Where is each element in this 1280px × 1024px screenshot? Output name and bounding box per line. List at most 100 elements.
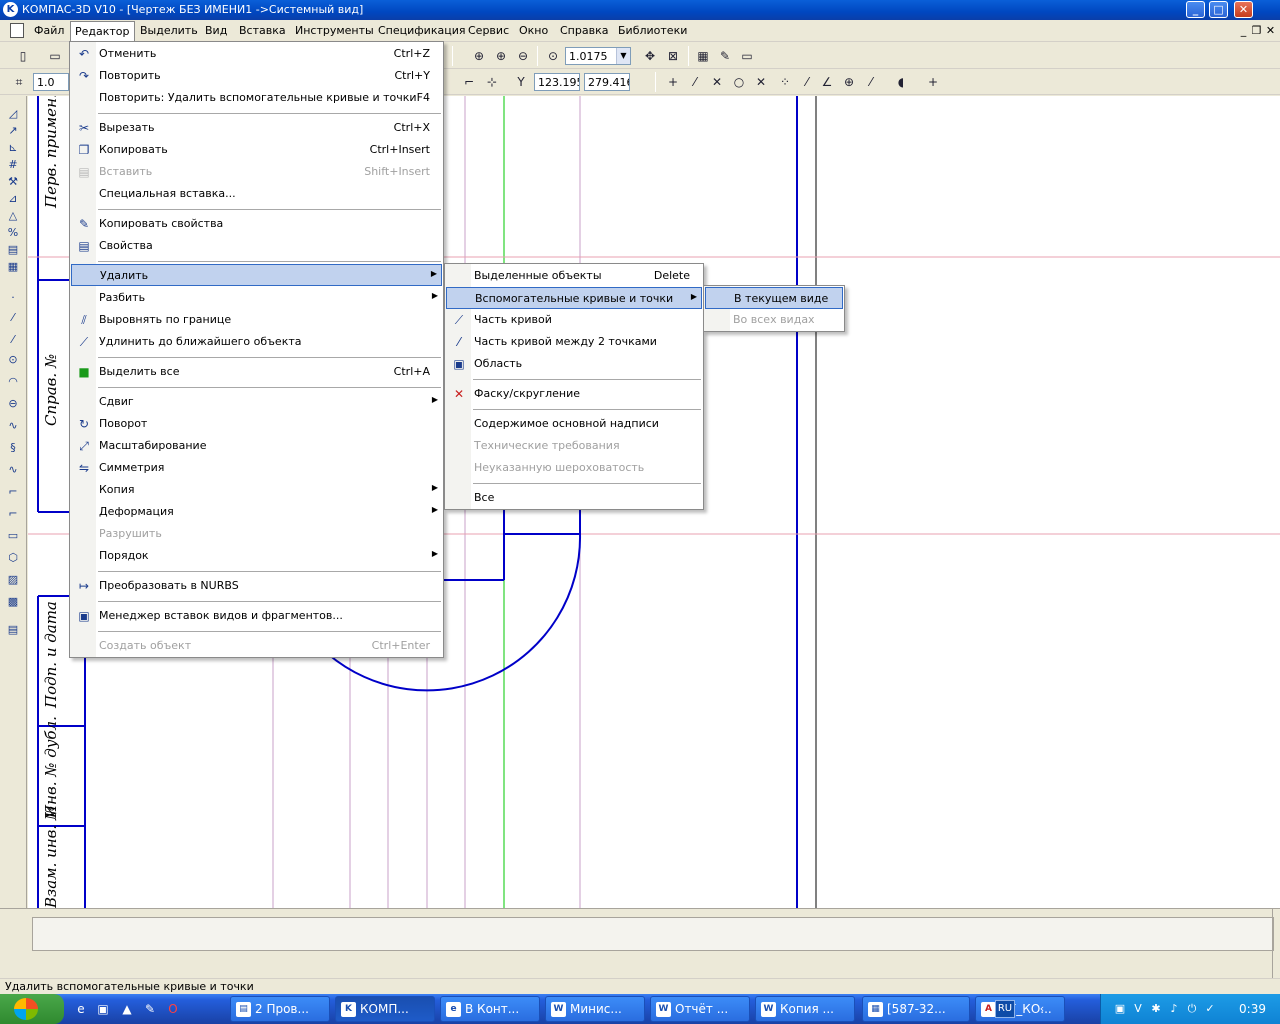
maximize-button[interactable]: □ <box>1209 1 1228 18</box>
spline-tool-icon[interactable]: ∿ <box>4 418 22 434</box>
snap-disabled-icon[interactable]: + <box>924 73 942 91</box>
dimensions-icon[interactable]: ↗ <box>4 123 22 139</box>
menu-select[interactable]: Выделить <box>136 23 202 38</box>
hatch-tool-icon[interactable]: ▨ <box>4 572 22 588</box>
menu-item-split[interactable]: Разбить ▶ <box>71 287 442 309</box>
task-button-2[interactable]: K КОМП... <box>335 996 435 1022</box>
minimize-button[interactable]: _ <box>1186 1 1205 18</box>
snap-tangent-icon[interactable]: ○ <box>730 73 748 91</box>
collection-tool-icon[interactable]: ▤ <box>4 622 22 638</box>
display-icon[interactable]: ▭ <box>738 47 756 65</box>
mdi-restore-button[interactable]: ❐ <box>1251 24 1262 37</box>
menu-item-extend[interactable]: ⟋ Удлинить до ближайшего объекта <box>71 331 442 353</box>
menu-item-properties[interactable]: ▤ Свойства <box>71 235 442 257</box>
menu-item-delete-aux[interactable]: Вспомогательные кривые и точки ▶ <box>446 287 702 309</box>
chevron-down-icon[interactable]: ▼ <box>616 48 630 64</box>
close-button[interactable]: ✕ <box>1234 1 1253 18</box>
bluetooth-icon[interactable]: ✱ <box>1149 1002 1163 1016</box>
segment-tool-icon[interactable]: ⁄ <box>4 332 22 348</box>
menu-file[interactable]: Файл <box>30 23 68 38</box>
menu-item-paste-special[interactable]: Специальная вставка... <box>71 183 442 205</box>
scale-field[interactable]: 1.0 <box>33 73 69 91</box>
contour-tool-icon[interactable]: ▩ <box>4 594 22 610</box>
zoom-field[interactable]: 1.0175 ▼ <box>565 47 631 65</box>
menu-item-copy-properties[interactable]: ✎ Копировать свойства <box>71 213 442 235</box>
menu-item-convert-nurbs[interactable]: ↦ Преобразовать в NURBS <box>71 575 442 597</box>
document-icon[interactable] <box>10 23 24 38</box>
menu-item-undo[interactable]: ↶ Отменить Ctrl+Z <box>71 43 442 65</box>
language-indicator[interactable]: RU <box>995 1000 1015 1018</box>
fit-all-icon[interactable]: ⊠ <box>664 47 682 65</box>
snap-grid-icon[interactable]: ⌗ <box>10 73 28 91</box>
menu-item-deformation[interactable]: Деформация ▶ <box>71 501 442 523</box>
menu-libraries[interactable]: Библиотеки <box>614 23 691 38</box>
pan-icon[interactable]: ✥ <box>641 47 659 65</box>
magnet-icon[interactable]: ◖ <box>892 73 910 91</box>
snap-point-icon[interactable]: ⁄ <box>686 73 704 91</box>
task-button-8[interactable]: A ИГ_КО... <box>975 996 1065 1022</box>
volume-icon[interactable]: ♪ <box>1167 1002 1181 1016</box>
arc-tool-icon[interactable]: ◠ <box>4 374 22 390</box>
reports-icon[interactable]: ▤ <box>4 242 22 258</box>
safe-remove-icon[interactable]: ✓ <box>1203 1002 1217 1016</box>
snap-center-icon[interactable]: ⊕ <box>840 73 858 91</box>
fillet-tool-icon[interactable]: ⌐ <box>4 506 22 522</box>
task-button-7[interactable]: ▦ [587-32... <box>862 996 970 1022</box>
circle-tool-icon[interactable]: ⊙ <box>4 352 22 368</box>
snap-grid-point-icon[interactable]: ⁘ <box>776 73 794 91</box>
geometry-icon[interactable]: ◿ <box>4 106 22 122</box>
aux-line-tool-icon[interactable]: ⁄ <box>4 310 22 326</box>
snap-intersection-icon[interactable]: ✕ <box>708 73 726 91</box>
menu-item-delete-curve-between[interactable]: ⁄ Часть кривой между 2 точками <box>446 331 702 353</box>
open-folder-icon[interactable]: ▭ <box>46 47 64 65</box>
menu-item-cut[interactable]: ✂ Вырезать Ctrl+X <box>71 117 442 139</box>
new-document-icon[interactable]: ▯ <box>14 47 32 65</box>
task-button-1[interactable]: ▤ 2 Пров... <box>230 996 330 1022</box>
zoom-window-icon[interactable]: ⊕ <box>470 47 488 65</box>
menu-view[interactable]: Вид <box>201 23 231 38</box>
task-button-6[interactable]: W Копия ... <box>755 996 855 1022</box>
task-button-5[interactable]: W Отчёт ... <box>650 996 750 1022</box>
ie-icon[interactable]: e <box>72 1000 90 1018</box>
coord-y-field[interactable]: 279.416 <box>584 73 630 91</box>
polygon-tool-icon[interactable]: ⬡ <box>4 550 22 566</box>
menu-item-insert-manager[interactable]: ▣ Менеджер вставок видов и фрагментов... <box>71 605 442 627</box>
polyline-tool-icon[interactable]: ∿ <box>4 462 22 478</box>
task-button-4[interactable]: W Минис... <box>545 996 645 1022</box>
task-button-3[interactable]: eВ Конт... <box>440 996 540 1022</box>
menu-tools[interactable]: Инструменты <box>291 23 378 38</box>
menu-item-repeat-last[interactable]: Повторить: Удалить вспомогательные кривы… <box>71 87 442 109</box>
menu-insert[interactable]: Вставка <box>235 23 290 38</box>
point-tool-icon[interactable]: · <box>4 290 22 306</box>
menu-help[interactable]: Справка <box>556 23 612 38</box>
menu-item-order[interactable]: Порядок ▶ <box>71 545 442 567</box>
menu-item-symmetry[interactable]: ⇋ Симметрия <box>71 457 442 479</box>
menu-item-delete-all[interactable]: Все <box>446 487 702 509</box>
network-icon[interactable]: ▣ <box>1113 1002 1127 1016</box>
mdi-close-button[interactable]: ✕ <box>1265 24 1276 37</box>
antivirus-icon[interactable]: V <box>1131 1002 1145 1016</box>
menu-item-delete-title-block[interactable]: Содержимое основной надписи <box>446 413 702 435</box>
warning-icon[interactable]: ▲ <box>118 1000 136 1018</box>
parametrization-icon[interactable]: ⚒ <box>4 174 22 190</box>
ortho-icon[interactable]: ⊹ <box>483 73 501 91</box>
app-quick-icon[interactable]: ✎ <box>141 1000 159 1018</box>
zoom-out-icon[interactable]: ⊖ <box>514 47 532 65</box>
designations-icon[interactable]: ⊾ <box>4 140 22 156</box>
opera-icon[interactable]: O <box>164 1000 182 1018</box>
mdi-minimize-button[interactable]: _ <box>1238 24 1249 37</box>
menu-item-delete-selected[interactable]: Выделенные объекты Delete <box>446 265 702 287</box>
nurbs-tool-icon[interactable]: § <box>4 440 22 456</box>
menu-item-aux-current-view[interactable]: В текущем виде <box>705 287 843 309</box>
kompas-app-icon[interactable]: K <box>3 2 18 17</box>
menu-item-shift[interactable]: Сдвиг ▶ <box>71 391 442 413</box>
menu-item-delete-area[interactable]: ▣ Область <box>446 353 702 375</box>
menu-item-rotate[interactable]: ↻ Поворот <box>71 413 442 435</box>
start-button[interactable] <box>0 994 64 1024</box>
usb-icon[interactable]: ⏻ <box>1185 1002 1199 1016</box>
zoom-scale-icon[interactable]: ⊙ <box>544 47 562 65</box>
menu-item-copy-submenu[interactable]: Копия ▶ <box>71 479 442 501</box>
zoom-in-icon[interactable]: ⊕ <box>492 47 510 65</box>
menu-item-redo[interactable]: ↷ Повторить Ctrl+Y <box>71 65 442 87</box>
select-tools-icon[interactable]: △ <box>4 208 22 224</box>
